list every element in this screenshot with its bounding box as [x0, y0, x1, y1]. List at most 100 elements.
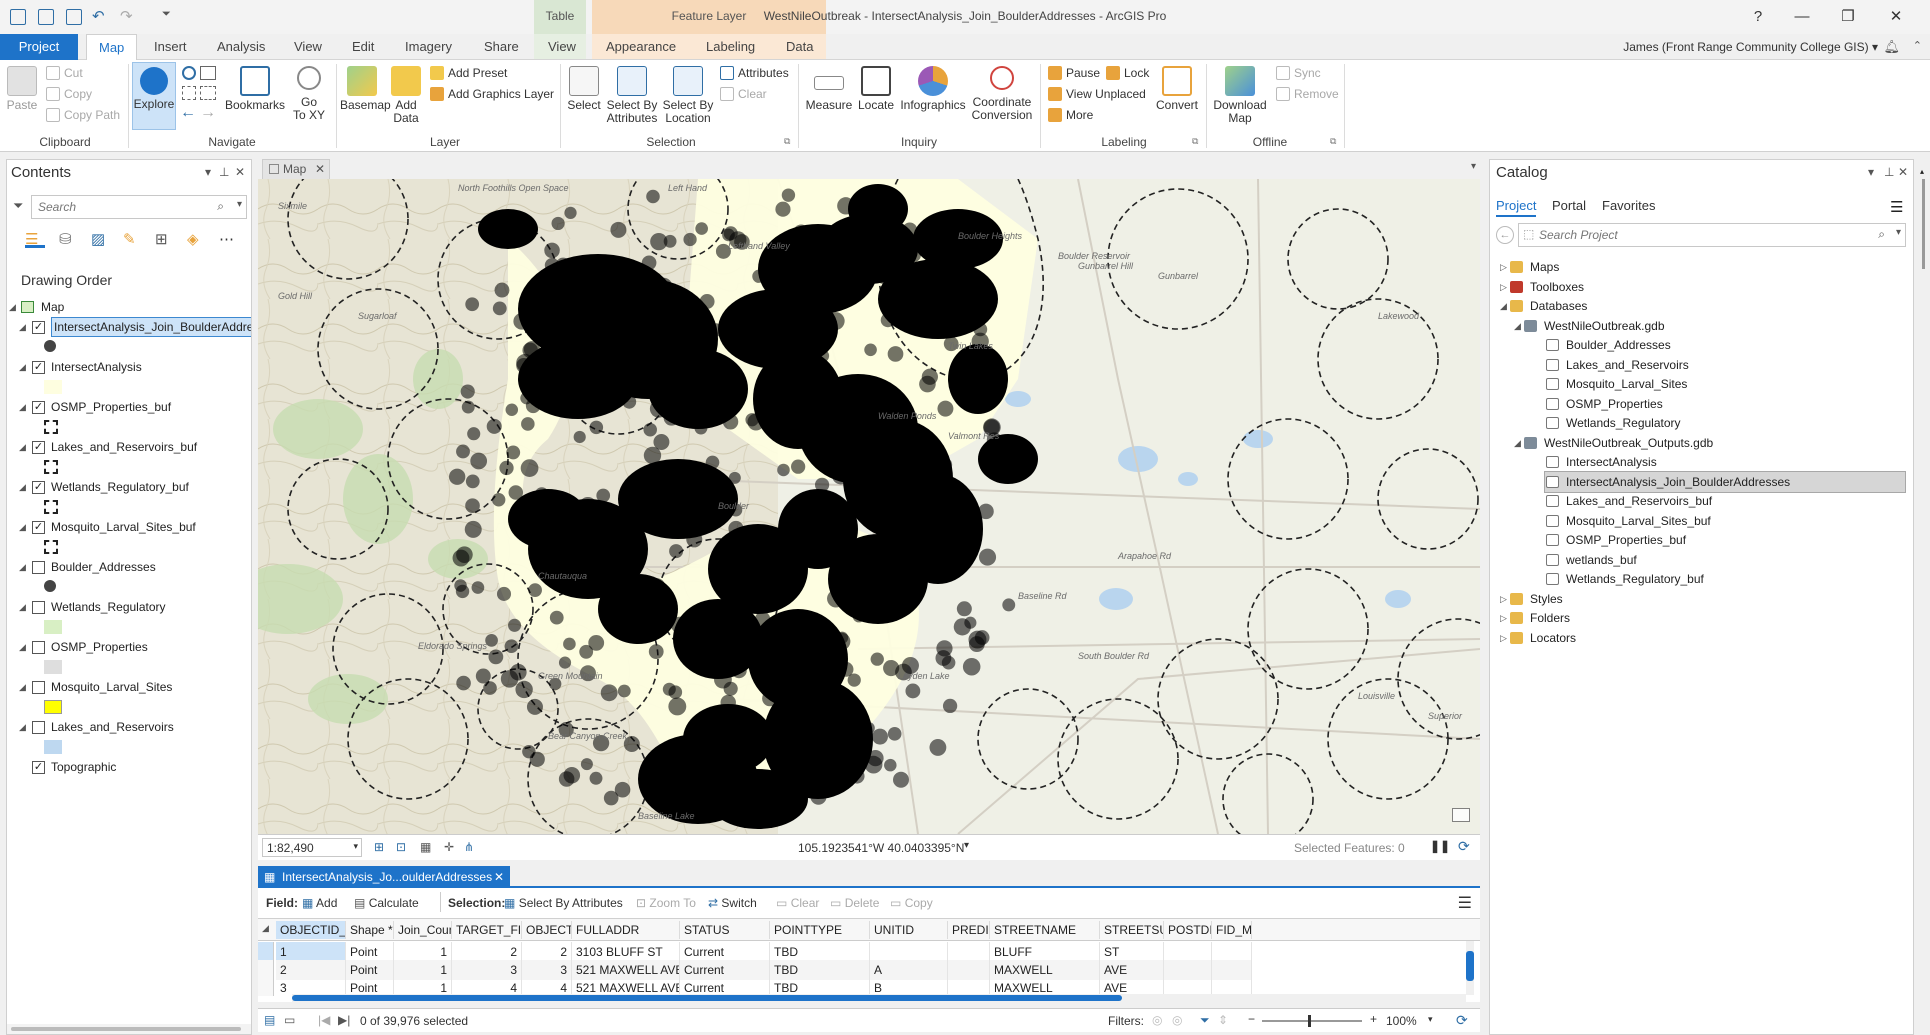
- add-data-button[interactable]: Add Data: [388, 66, 424, 125]
- attributes-button[interactable]: Attributes: [718, 64, 789, 82]
- user-account[interactable]: James (Front Range Community College GIS…: [1623, 34, 1878, 60]
- more-options-icon[interactable]: ⋯: [219, 230, 234, 248]
- visibility-checkbox[interactable]: [32, 561, 45, 574]
- catalog-search-options-icon[interactable]: ▾: [1896, 227, 1901, 238]
- refresh-icon[interactable]: ⟳: [1458, 838, 1470, 855]
- filter-icon[interactable]: ⏷: [13, 198, 23, 214]
- list-by-drawing-order-icon[interactable]: ☰: [25, 230, 45, 248]
- visibility-checkbox[interactable]: [32, 601, 45, 614]
- expand-collapse-icon[interactable]: ◢: [19, 637, 26, 657]
- list-by-snapping-icon[interactable]: ⊞: [155, 230, 168, 248]
- visibility-checkbox[interactable]: ✓: [32, 521, 45, 534]
- catalog-item[interactable]: ▷ Locators: [1490, 627, 1913, 649]
- table-cell[interactable]: 1: [394, 942, 452, 962]
- toc-layer[interactable]: ◢ ✓ IntersectAnalysis: [7, 357, 251, 377]
- more-labeling-button[interactable]: More: [1046, 106, 1093, 124]
- map-tips-icon[interactable]: [1452, 808, 1470, 822]
- tab-table-view[interactable]: View: [536, 34, 588, 60]
- scroll-thumb[interactable]: [11, 1027, 241, 1031]
- download-map-button[interactable]: Download Map: [1210, 66, 1270, 125]
- select-by-attributes-button[interactable]: Select By Attributes: [604, 66, 660, 125]
- toc-layer[interactable]: ◢ ✓ Lakes_and_Reservoirs_buf: [7, 437, 251, 457]
- measure-button[interactable]: Measure: [802, 66, 856, 112]
- column-header[interactable]: STATUS: [680, 921, 770, 939]
- snapping-icon[interactable]: ⋔: [464, 840, 474, 854]
- hscroll-thumb[interactable]: [292, 995, 1122, 1001]
- close-pane-icon[interactable]: ✕: [235, 165, 245, 179]
- zoom-in-table-icon[interactable]: +: [1370, 1012, 1377, 1026]
- table-cell[interactable]: TBD: [770, 942, 870, 962]
- previous-record-icon[interactable]: |◀: [318, 1013, 330, 1027]
- expand-collapse-icon[interactable]: ◢: [19, 357, 26, 377]
- map-view-tab[interactable]: Map ✕: [262, 159, 330, 179]
- tab-imagery[interactable]: Imagery: [393, 34, 464, 60]
- clear-table-selection-button[interactable]: ▭ Clear: [776, 896, 819, 910]
- copy-rows-button[interactable]: ▭ Copy: [890, 896, 933, 910]
- catalog-search-input[interactable]: ⬚ Search Project ⌕ ▾: [1518, 223, 1906, 247]
- cut-button[interactable]: Cut: [44, 64, 83, 82]
- scroll-up-icon[interactable]: ▴: [1920, 167, 1924, 176]
- bookmarks-button[interactable]: Bookmarks: [222, 66, 288, 112]
- zoom-out-table-icon[interactable]: −: [1248, 1012, 1255, 1026]
- remove-button[interactable]: Remove: [1274, 85, 1339, 103]
- coordinates-dropdown-icon[interactable]: ▾: [964, 840, 969, 851]
- new-project-icon[interactable]: [10, 9, 26, 25]
- select-button[interactable]: Select: [564, 66, 604, 112]
- tab-map[interactable]: Map: [86, 34, 138, 61]
- clear-selection-button[interactable]: Clear: [718, 85, 767, 103]
- visibility-checkbox[interactable]: ✓: [32, 481, 45, 494]
- visibility-checkbox[interactable]: [32, 641, 45, 654]
- zoom-to-button[interactable]: ⊡ Zoom To: [636, 896, 696, 910]
- close-table-tab-icon[interactable]: ✕: [494, 866, 504, 888]
- tab-analysis[interactable]: Analysis: [205, 34, 277, 60]
- column-header[interactable]: FULLADDR: [572, 921, 680, 939]
- table-cell[interactable]: [1164, 960, 1212, 980]
- pause-drawing-icon[interactable]: ❚❚: [1430, 839, 1450, 853]
- convert-labels-button[interactable]: Convert: [1154, 66, 1200, 112]
- feature-icon[interactable]: ⊡: [396, 840, 406, 854]
- next-record-icon[interactable]: ▶|: [338, 1013, 350, 1027]
- switch-selection-button[interactable]: ⇄ Switch: [708, 896, 757, 910]
- explore-button[interactable]: Explore: [132, 62, 176, 130]
- table-menu-icon[interactable]: ☰: [1458, 893, 1472, 913]
- visibility-checkbox[interactable]: ✓: [32, 761, 45, 774]
- grid-vscroll[interactable]: [1466, 941, 1474, 995]
- expand-collapse-icon[interactable]: ▷: [1500, 627, 1507, 649]
- help-button[interactable]: ?: [1740, 4, 1776, 30]
- minimize-button[interactable]: —: [1784, 4, 1820, 30]
- tab-data[interactable]: Data: [774, 34, 825, 60]
- copy-path-button[interactable]: Copy Path: [44, 106, 120, 124]
- column-header[interactable]: TARGET_FID: [452, 921, 522, 939]
- fixed-zoom-out-icon[interactable]: [182, 86, 196, 100]
- column-header[interactable]: Join_Count: [394, 921, 452, 939]
- catalog-tab-favorites[interactable]: Favorites: [1602, 198, 1655, 213]
- customize-qat-icon[interactable]: ⏷: [162, 8, 171, 21]
- zoom-to-selection-icon[interactable]: [200, 86, 216, 100]
- search-icon[interactable]: ⌕: [217, 199, 224, 214]
- save-icon[interactable]: [66, 9, 82, 25]
- grid-hscroll[interactable]: [292, 994, 1466, 1002]
- column-header[interactable]: Shape *: [346, 921, 394, 939]
- table-cell[interactable]: ST: [1100, 942, 1164, 962]
- select-by-attributes-table-button[interactable]: ▦ Select By Attributes: [504, 896, 623, 910]
- table-cell[interactable]: MAXWELL: [990, 960, 1100, 980]
- pause-labeling-button[interactable]: Pause: [1046, 64, 1100, 82]
- redo-icon[interactable]: ↷: [120, 7, 133, 25]
- toc-layer[interactable]: ◢ ✓ IntersectAnalysis_Join_BoulderAddress: [7, 317, 251, 337]
- tab-view[interactable]: View: [282, 34, 334, 60]
- table-cell[interactable]: [1212, 960, 1252, 980]
- back-icon[interactable]: ←: [1496, 226, 1514, 244]
- table-cell[interactable]: Point: [346, 960, 394, 980]
- vscroll-thumb[interactable]: [1466, 951, 1474, 981]
- expand-collapse-icon[interactable]: ◢: [19, 597, 26, 617]
- expand-collapse-icon[interactable]: ◢: [19, 317, 26, 337]
- column-header[interactable]: UNITID: [870, 921, 948, 939]
- pane-options-icon[interactable]: ▾: [205, 165, 211, 179]
- toc-layer[interactable]: ◢ Lakes_and_Reservoirs: [7, 717, 251, 737]
- catalog-search-icon[interactable]: ⌕: [1878, 227, 1885, 242]
- close-button[interactable]: ✕: [1878, 4, 1914, 30]
- column-header[interactable]: STREETNAME: [990, 921, 1100, 939]
- column-header[interactable]: STREETSUFF: [1100, 921, 1164, 939]
- table-cell[interactable]: [1212, 942, 1252, 962]
- visibility-checkbox[interactable]: ✓: [32, 321, 45, 334]
